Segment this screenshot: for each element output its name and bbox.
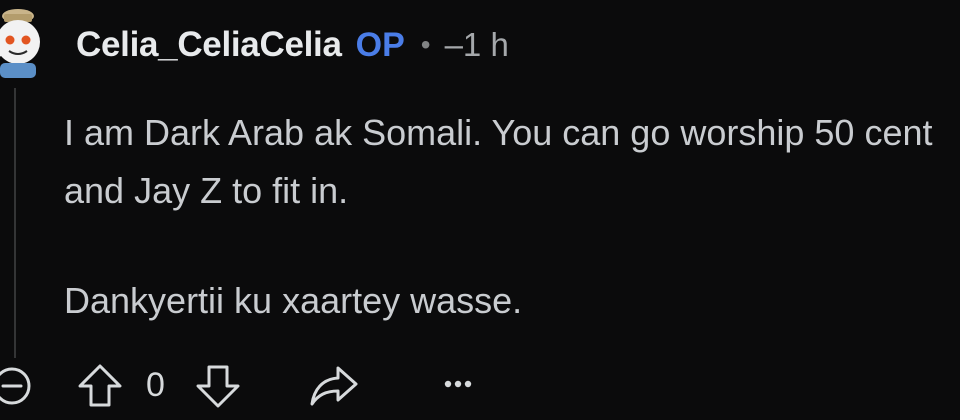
username-link[interactable]: Celia_CeliaCelia [76,25,342,65]
op-badge: OP [355,25,405,64]
comment-action-bar: 0 [0,360,960,410]
arrow-down-icon[interactable] [192,362,244,410]
minus-circle-icon[interactable] [0,362,40,410]
comment-header: Celia_CeliaCelia OP • –1 h [76,22,509,68]
comment-paragraph: Dankyertii ku xaartey wasse. [64,280,523,321]
avatar[interactable] [0,8,54,78]
share-arrow-icon[interactable] [308,364,360,408]
comment-paragraph: I am Dark Arab ak Somali. You can go wor… [64,112,933,211]
arrow-up-icon[interactable] [74,362,126,410]
ellipsis-icon[interactable] [436,372,480,396]
vote-score: 0 [146,366,165,404]
timestamp: –1 h [444,26,509,63]
comment-body: I am Dark Arab ak Somali. You can go wor… [64,104,959,330]
thread-line[interactable] [14,88,16,358]
snoo-avatar-icon [0,9,40,78]
separator-dot: • [420,29,431,60]
